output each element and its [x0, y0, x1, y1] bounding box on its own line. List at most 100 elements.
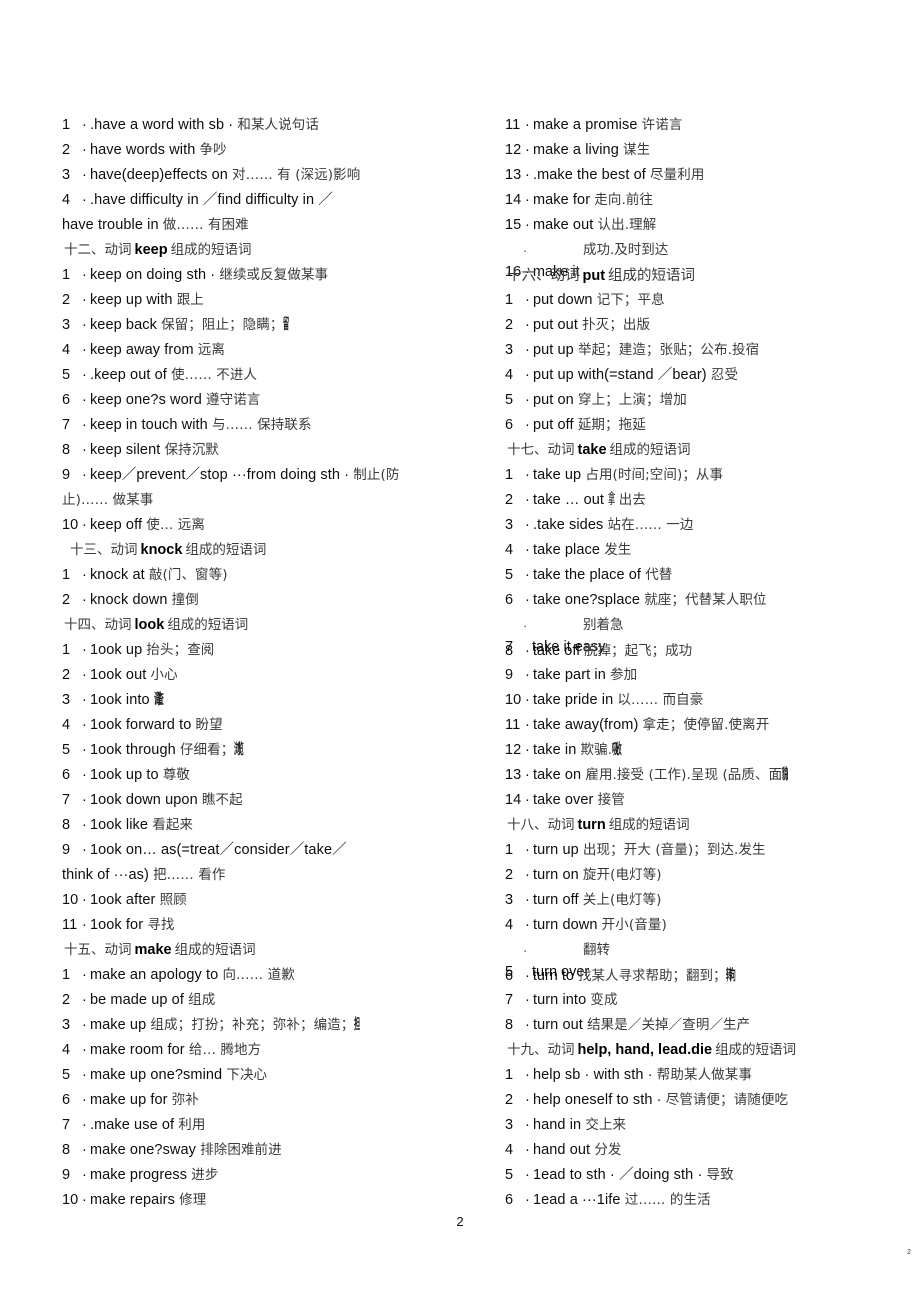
entry-chinese-gloss: 延期；拖延 [577, 417, 646, 433]
entry-english: put down [532, 292, 593, 308]
phrase-entry: 8 · make one?sway 排除困难前进 [62, 1138, 452, 1163]
entry-chinese-gloss: 组成 [188, 992, 216, 1008]
phrase-entry: 10 · 1ook after 照顾 [62, 888, 452, 913]
section-suffix: 组成的短语词 [609, 442, 691, 458]
entry-english: turn off [532, 892, 579, 908]
phrase-entry: 3 · have(deep)effects on 对…… 有 (深远)影响 [62, 163, 452, 188]
entry-chinese-gloss: 组成；打扮；补充；弥补；编造； [150, 1017, 355, 1033]
entry-english: turn out [532, 1017, 583, 1033]
entry-english: hand in [532, 1117, 582, 1133]
phrase-entry: 2 · keep up with 跟上 [62, 288, 452, 313]
entry-separator-dot: · [525, 292, 530, 308]
entry-number: 13 [505, 767, 522, 783]
entry-english: 1ook down upon [89, 792, 198, 808]
entry-separator-dot: · [525, 892, 530, 908]
phrase-entry: 9 · make progress 进步 [62, 1163, 452, 1188]
wrapped-continuation-line: have trouble in 做…… 有困难 [62, 213, 452, 238]
section-suffix: 组成的短语词 [608, 268, 696, 284]
entry-english: 1ook out [89, 667, 147, 683]
entry-english: hand out [532, 1142, 591, 1158]
entry-chinese-gloss: 对…… 有 (深远)影响 [232, 167, 361, 183]
section-verb: knock [140, 542, 183, 558]
entry-number: 9 [62, 1167, 71, 1183]
entry-english: put up [532, 342, 574, 358]
phrase-entry: 8 · turn out 结果是／关掉／查明／生产 [505, 1013, 895, 1038]
entry-separator-dot: · [82, 592, 87, 608]
entry-chinese-gloss: 穿上；上演；增加 [578, 392, 687, 408]
entry-english: 1ead to sth · ／doing sth [532, 1167, 694, 1183]
entry-number: 2 [62, 992, 71, 1008]
phrase-entry: 7 · 1ook down upon 瞧不起 [62, 788, 452, 813]
entry-number: 4 [505, 542, 514, 558]
entry-separator-dot: · [525, 517, 530, 533]
entry-number: 14 [505, 792, 522, 808]
wrapped-continuation-line: think of ···as) 把…… 看作 [62, 863, 452, 888]
phrase-entry: 3 · put up 举起；建造；张贴；公布.投宿 [505, 338, 895, 363]
entry-separator-dot: · [82, 667, 87, 683]
entry-number: 4 [62, 717, 71, 733]
section-prefix: 十六、动词 [507, 268, 580, 284]
entry-separator-dot: · [82, 367, 87, 383]
entry-chinese-gloss: 和某人说句话 [237, 117, 319, 133]
phrase-entry: 1 · take up 占用(时间;空间)；从事 [505, 463, 895, 488]
entry-chinese-gloss: 向…… 道歉 [222, 967, 295, 983]
entry-number: 3 [62, 167, 71, 183]
entry-chinese-gloss: 小心 [150, 667, 178, 683]
entry-english: help sb · with sth [532, 1067, 644, 1083]
entry-chinese-gloss: 跟上 [176, 292, 204, 308]
entry-number: 14 [505, 192, 522, 208]
entry-chinese-gloss: 忍受 [710, 367, 739, 383]
entry-separator-dot: · [82, 892, 87, 908]
section-suffix: 组成的短语词 [170, 242, 252, 258]
section-heading: 十三、动词 knock 组成的短语词 [62, 538, 452, 563]
entry-chinese-gloss: 参加 [610, 667, 638, 683]
entry-number: 4 [505, 917, 514, 933]
entry-separator-dot: · [525, 1192, 530, 1208]
phrase-entry: 1 · knock at 敲(门、窗等) [62, 563, 452, 588]
phrase-entry: 13 · take on 雇用.接受 (工作).呈现 (品质、面貌) [505, 763, 895, 788]
entry-chinese-gloss: 看起来 [152, 817, 194, 833]
entry-chinese-gloss: 远离 [197, 342, 226, 358]
entry-english: knock at [89, 567, 145, 583]
entry-chinese-gloss: 尊敬 [162, 767, 191, 783]
phrase-entry: 2 · 1ook out 小心 [62, 663, 452, 688]
entry-english: .keep out of [89, 367, 167, 383]
entry-chinese-gloss: 接管 [597, 792, 625, 808]
document-page: 1 · .have a word with sb · 和某人说句话 2 · have wo… [0, 0, 920, 1303]
phrase-entry: 10 · take pride in 以…… 而自豪 [505, 688, 895, 713]
entry-english: 1ook on… as(=treat／consider／take／ [89, 842, 347, 858]
entry-chinese-gloss: 利用 [178, 1117, 206, 1133]
phrase-entry: 4 · turn down 开小(音量) [505, 913, 895, 938]
entry-separator-dot: · [82, 342, 87, 358]
entry-number: 1 [62, 267, 71, 283]
phrase-entry: 1 · make an apology to 向…… 道歉 [62, 963, 452, 988]
entry-number: 4 [62, 1042, 71, 1058]
entry-chinese-gloss: 保持沉默 [164, 442, 219, 458]
entry-chinese-gloss: 照顾 [159, 892, 187, 908]
entry-number: 1 [62, 642, 71, 658]
overlapping-text-block: · 别着急 7 take it easy 8 · take off 脱掉；起飞；成功 [505, 613, 895, 663]
section-suffix: 组成的短语词 [185, 542, 267, 558]
entry-separator-dot: · [82, 517, 87, 533]
section-verb: take [577, 442, 607, 458]
entry-separator-dot: · [82, 1042, 87, 1058]
entry-number: 2 [505, 492, 514, 508]
entry-number: 1 [505, 842, 514, 858]
entry-english: put on [532, 392, 574, 408]
entry-chinese-gloss: 发生 [604, 542, 632, 558]
phrase-entry: 5 · put on 穿上；上演；增加 [505, 388, 895, 413]
entry-separator-dot: · [525, 1067, 530, 1083]
phrase-entry: 6 · 1ook up to 尊敬 [62, 763, 452, 788]
entry-number: 6 [505, 1192, 514, 1208]
entry-number: 11 [62, 917, 78, 933]
entry-chinese-gloss: 欺骗. [580, 742, 613, 758]
phrase-entry: 10 · make repairs 修理 [62, 1188, 452, 1213]
phrase-entry: 11 · make a promise 许诺言 [505, 113, 895, 138]
entry-separator-dot: · [525, 467, 530, 483]
entry-separator-dot: · [525, 192, 530, 208]
section-suffix: 组成的短语词 [715, 1042, 797, 1058]
entry-chinese-gloss: 仔细看； [179, 742, 235, 758]
entry-chinese-gloss: 脱掉；起飞；成功 [584, 643, 693, 659]
entry-separator-dot: · [82, 192, 87, 208]
phrase-entry: 4 · put up with(=stand ／bear) 忍受 [505, 363, 895, 388]
